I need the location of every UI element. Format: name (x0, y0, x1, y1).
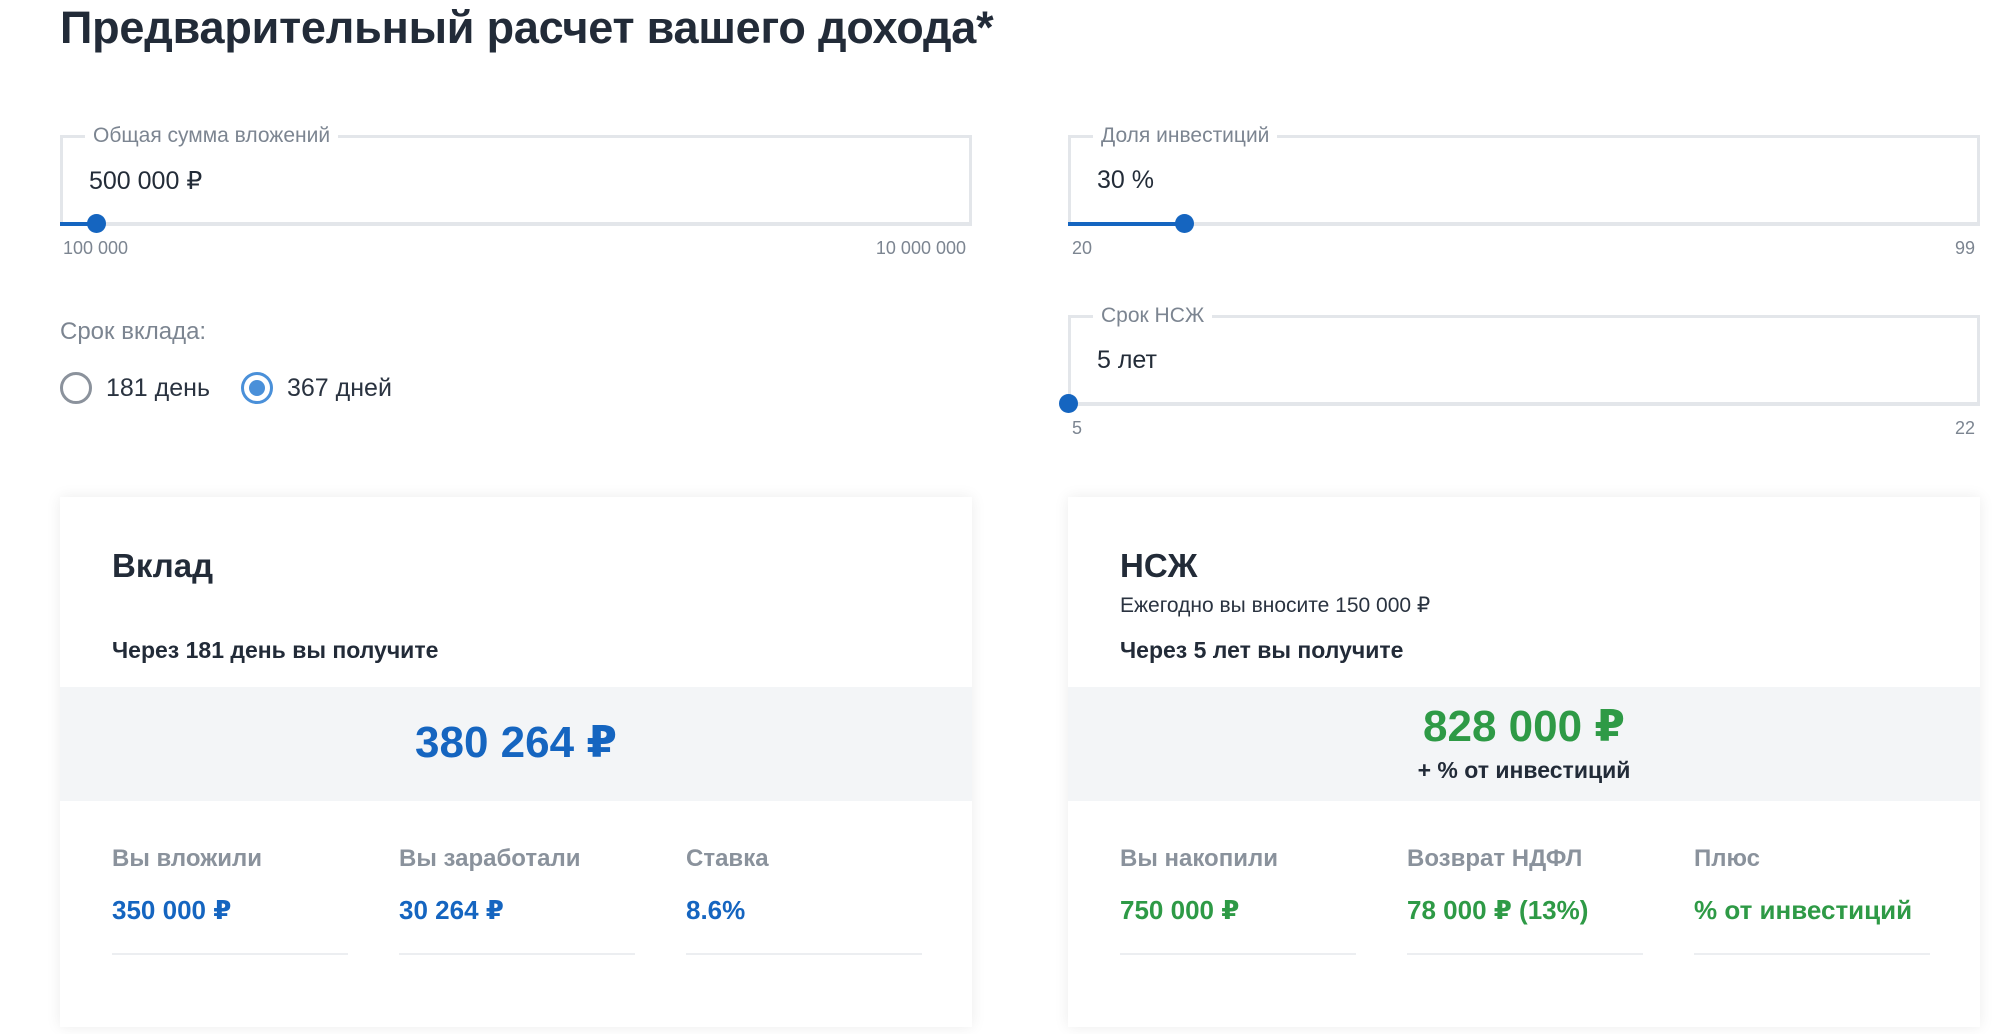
investment-share-label: Доля инвестиций (1093, 124, 1278, 148)
nszh-card-subtitle: Ежегодно вы вносите 150 000 ₽ (1120, 594, 1431, 617)
nszh-term-value[interactable]: 5 лет (1097, 346, 1157, 375)
nszh-stat-tax-return: Возврат НДФЛ 78 000 ₽ (13%) (1407, 845, 1643, 955)
total-amount-value[interactable]: 500 000 ₽ (89, 166, 202, 196)
nszh-term-label: Срок НСЖ (1093, 304, 1213, 328)
total-amount-slider-thumb[interactable] (87, 214, 107, 233)
nszh-result-note: + % от инвестиций (1417, 757, 1631, 783)
investment-share-min: 20 (1072, 238, 1093, 258)
deposit-card-title: Вклад (112, 547, 214, 584)
investment-share-slider-thumb[interactable] (1174, 214, 1194, 233)
stat-value: 78 000 ₽ (13%) (1407, 895, 1589, 925)
deposit-stat-invested: Вы вложили 350 000 ₽ (112, 845, 348, 955)
total-amount-min: 100 000 (63, 238, 129, 258)
total-amount-field[interactable]: Общая сумма вложений 500 000 ₽ (60, 124, 972, 223)
deposit-stat-rate: Ставка 8.6% (686, 845, 922, 955)
nszh-term-max: 22 (1954, 418, 1975, 438)
stat-label: Вы заработали (399, 845, 581, 872)
stat-value: 750 000 ₽ (1120, 895, 1240, 925)
stat-label: Вы вложили (112, 845, 262, 872)
stat-value: 350 000 ₽ (112, 895, 232, 925)
radio-181-days-label: 181 день (106, 373, 210, 402)
stat-label: Возврат НДФЛ (1407, 845, 1583, 872)
investment-share-field[interactable]: Доля инвестиций 30 % (1068, 124, 1980, 223)
page-title: Предварительный расчет вашего дохода* (60, 2, 994, 53)
total-amount-slider[interactable] (60, 214, 972, 233)
total-amount-max: 10 000 000 (875, 238, 966, 258)
stat-label: Вы накопили (1120, 845, 1278, 872)
deposit-card: Вклад Через 181 день вы получите 380 264… (60, 497, 972, 1027)
deposit-receive-text: Через 181 день вы получите (112, 637, 439, 663)
radio-367-days[interactable]: 367 дней (241, 372, 392, 404)
nszh-term-slider-thumb[interactable] (1059, 394, 1078, 413)
nszh-stat-plus: Плюс % от инвестиций (1694, 845, 1930, 955)
nszh-result-amount: 828 000 ₽ (1423, 702, 1625, 751)
nszh-card: НСЖ Ежегодно вы вносите 150 000 ₽ Через … (1068, 497, 1980, 1027)
nszh-stat-accumulated: Вы накопили 750 000 ₽ (1120, 845, 1356, 955)
radio-367-days-indicator[interactable] (241, 372, 273, 404)
stat-value: 8.6% (686, 895, 746, 925)
radio-181-days[interactable]: 181 день (60, 372, 210, 404)
stat-value: 30 264 ₽ (399, 895, 504, 925)
deposit-term-label: Срок вклада: (60, 318, 207, 345)
investment-share-slider[interactable] (1068, 214, 1980, 233)
total-amount-label: Общая сумма вложений (85, 124, 339, 148)
nszh-term-min: 5 (1072, 418, 1083, 438)
investment-share-slider-fill (1068, 222, 1184, 226)
nszh-card-title: НСЖ (1120, 547, 1198, 584)
nszh-term-slider[interactable] (1059, 394, 1980, 413)
nszh-result-band: 828 000 ₽ + % от инвестиций (1068, 687, 1980, 801)
deposit-stat-earned: Вы заработали 30 264 ₽ (399, 845, 635, 955)
deposit-result-amount: 380 264 ₽ (415, 718, 617, 767)
investment-share-value[interactable]: 30 % (1097, 166, 1154, 195)
nszh-receive-text: Через 5 лет вы получите (1120, 637, 1404, 663)
deposit-result-band: 380 264 ₽ (60, 687, 972, 801)
radio-367-days-label: 367 дней (287, 373, 392, 402)
stat-value: % от инвестиций (1694, 895, 1913, 925)
investment-share-max: 99 (1954, 238, 1975, 258)
stat-label: Ставка (686, 845, 769, 872)
stat-label: Плюс (1694, 845, 1761, 872)
radio-181-days-indicator[interactable] (60, 372, 92, 404)
nszh-term-field[interactable]: Срок НСЖ 5 лет (1068, 304, 1980, 403)
